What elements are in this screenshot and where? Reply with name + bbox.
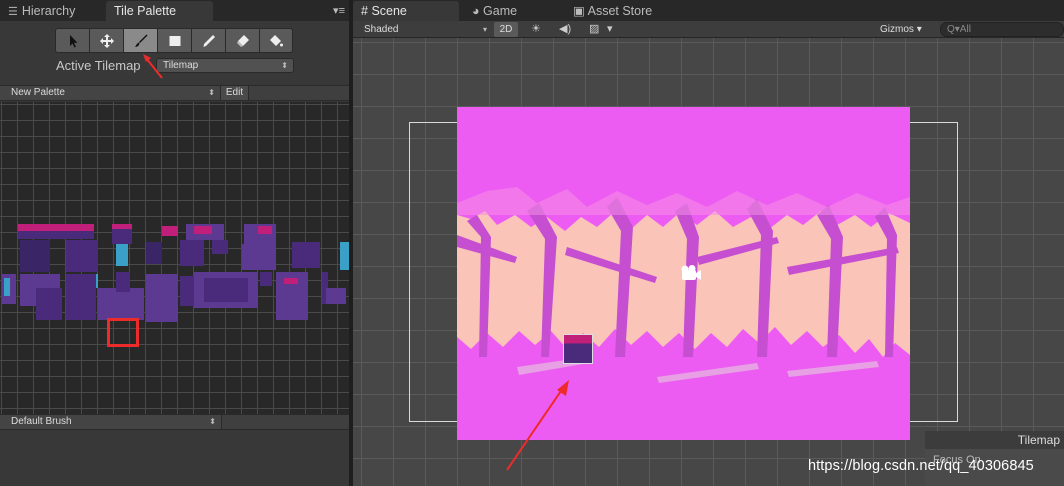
shading-mode-dropdown[interactable]: Shaded ▾ (357, 22, 490, 37)
chevron-updown-icon: ⬍ (209, 417, 216, 426)
palette-tile[interactable] (326, 288, 346, 304)
select-tool-button[interactable] (55, 28, 89, 53)
palette-tile[interactable] (292, 242, 320, 268)
panel-menu-icon[interactable]: ▾≡ (333, 4, 345, 17)
selected-tile-highlight (107, 318, 139, 347)
palette-tile[interactable] (66, 274, 96, 320)
palette-edit-button[interactable]: Edit (221, 86, 249, 100)
brush-bar: Default Brush ⬍ (0, 414, 349, 430)
move-tool-button[interactable] (89, 28, 123, 53)
tab-tile-palette[interactable]: Tile Palette (106, 1, 213, 21)
scene-toolbar: Shaded ▾ 2D ☀ ◀) ▨ ▾ Gizmos ▾ Q▾All (353, 21, 1064, 38)
palette-tile[interactable] (204, 278, 248, 302)
palette-tile[interactable] (4, 278, 10, 296)
scene-panel: # Scene ◕ Game ▣ Asset Store Shaded ▾ 2D… (353, 0, 1064, 486)
chevron-down-icon: ▾ (482, 25, 487, 34)
grid-icon: # (361, 4, 368, 18)
palette-bar: New Palette ⬍ Edit (0, 85, 349, 101)
paint-bucket-icon (270, 34, 283, 46)
chevron-updown-icon: ⬍ (208, 88, 215, 97)
brush-dropdown[interactable]: Default Brush ⬍ (0, 415, 222, 429)
chevron-down-icon[interactable]: ▾ (607, 22, 613, 37)
pacman-icon: ◕ (472, 4, 480, 18)
lighting-toggle-icon[interactable]: ☀ (531, 22, 541, 37)
selected-object-label: Tilemap (925, 431, 1064, 449)
palette-tile[interactable] (194, 226, 212, 234)
active-tilemap-dropdown[interactable]: Tilemap ⬍ (156, 58, 294, 73)
watermark-text: https://blog.csdn.net/qq_40306845 (808, 458, 1034, 474)
palette-tile[interactable] (98, 288, 144, 320)
palette-tile[interactable] (258, 226, 272, 234)
palette-dropdown[interactable]: New Palette ⬍ (0, 86, 221, 100)
palette-tile[interactable] (162, 226, 178, 236)
list-icon: ☰ (8, 6, 18, 18)
palette-tile[interactable] (66, 240, 98, 272)
palette-grid[interactable] (0, 102, 349, 414)
placed-tile[interactable] (563, 334, 593, 364)
gizmos-dropdown[interactable]: Gizmos ▾ (880, 22, 922, 37)
chevron-updown-icon: ⬍ (281, 61, 288, 70)
chevron-down-icon: ▾ (916, 24, 922, 35)
flood-fill-tool-button[interactable] (259, 28, 293, 53)
tilemap-tool-bar (55, 28, 293, 54)
eyedropper-icon (203, 34, 215, 47)
select-arrow-icon (69, 34, 77, 47)
active-tilemap-label: Active Tilemap (56, 58, 141, 73)
eraser-tool-button[interactable] (225, 28, 259, 53)
tab-asset-store[interactable]: ▣ Asset Store (565, 1, 675, 21)
paint-brush-tool-button[interactable] (123, 28, 157, 53)
camera-gizmo-icon[interactable] (676, 264, 702, 284)
scene-viewport[interactable]: Tilemap Focus On https://blog.csdn.net/q… (353, 38, 1064, 486)
picker-tool-button[interactable] (191, 28, 225, 53)
palette-tile[interactable] (18, 231, 94, 239)
palette-tile[interactable] (18, 224, 94, 231)
tab-game[interactable]: ◕ Game (464, 1, 554, 21)
palette-tile[interactable] (146, 242, 162, 264)
move-arrows-icon (99, 33, 114, 48)
palette-tile[interactable] (212, 240, 228, 254)
palette-tile[interactable] (20, 240, 50, 272)
2d-mode-toggle[interactable]: 2D (494, 22, 518, 37)
tile-palette-panel: ☰ Hierarchy Tile Palette ▾≡ Active Tilema… (0, 0, 349, 486)
palette-tile[interactable] (36, 288, 62, 320)
tab-hierarchy[interactable]: ☰ Hierarchy (0, 1, 100, 21)
palette-tile[interactable] (116, 272, 130, 292)
box-fill-tool-button[interactable] (157, 28, 191, 53)
palette-tile[interactable] (242, 244, 276, 270)
palette-tile[interactable] (112, 224, 132, 229)
palette-tile[interactable] (284, 278, 298, 284)
left-tab-bar: ☰ Hierarchy Tile Palette ▾≡ (0, 0, 349, 21)
right-tab-bar: # Scene ◕ Game ▣ Asset Store (353, 0, 1064, 21)
palette-tile[interactable] (180, 240, 204, 266)
palette-tile[interactable] (340, 242, 349, 270)
box-fill-icon (169, 35, 180, 46)
palette-tile[interactable] (260, 272, 272, 286)
palette-tile[interactable] (116, 244, 128, 266)
audio-toggle-icon[interactable]: ◀) (559, 22, 571, 37)
paint-brush-icon (134, 34, 147, 47)
tab-scene[interactable]: # Scene (353, 1, 459, 21)
eraser-icon (236, 34, 249, 47)
palette-tile[interactable] (146, 274, 178, 322)
annotation-arrow-icon (506, 380, 569, 471)
hierarchy-search-input[interactable]: Q▾All (940, 22, 1064, 37)
annotation-arrow-icon (143, 54, 163, 79)
shopping-bag-icon: ▣ (573, 4, 585, 18)
effects-toggle-icon[interactable]: ▨ (589, 22, 599, 37)
